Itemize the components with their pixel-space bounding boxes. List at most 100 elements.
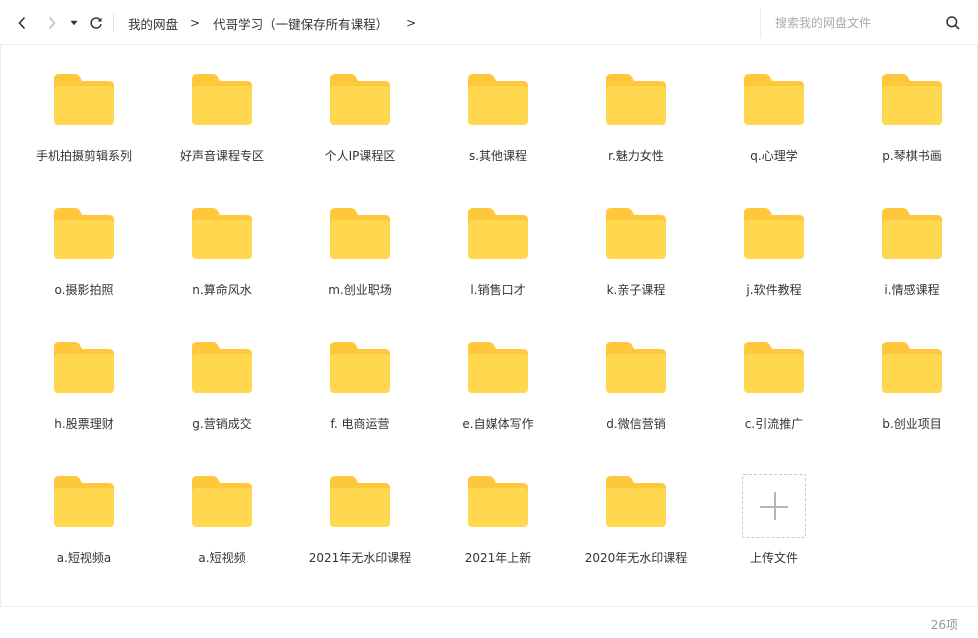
breadcrumb-expand[interactable]: > — [406, 16, 416, 30]
folder-item[interactable]: 2020年无水印课程 — [567, 448, 705, 582]
folder-item[interactable]: s.其他课程 — [429, 46, 567, 180]
folder-name: k.亲子课程 — [606, 283, 666, 297]
search-button[interactable] — [945, 15, 961, 31]
folder-name: q.心理学 — [750, 149, 798, 163]
folder-name: a.短视频a — [56, 551, 112, 565]
folder-name: g.营销成交 — [192, 417, 252, 431]
folder-name: a.短视频 — [198, 551, 246, 565]
folder-item[interactable]: 2021年上新 — [429, 448, 567, 582]
folder-name: b.创业项目 — [882, 417, 942, 431]
toolbar-divider — [113, 14, 114, 32]
caret-down-icon — [70, 20, 78, 26]
folder-item[interactable]: f. 电商运营 — [291, 314, 429, 448]
folder-name: d.微信营销 — [606, 417, 666, 431]
chevron-left-icon — [18, 16, 26, 30]
folder-name: p.琴棋书画 — [882, 149, 942, 163]
upload-label: 上传文件 — [749, 551, 798, 565]
search-input[interactable] — [775, 14, 940, 32]
folder-name: 手机拍摄剪辑系列 — [35, 149, 132, 163]
folder-name: r.魅力女性 — [608, 149, 664, 163]
folder-icon — [54, 342, 114, 393]
folder-name: n.算命风水 — [192, 283, 252, 297]
history-dropdown-button[interactable] — [66, 12, 82, 34]
breadcrumb: 我的网盘 > 代哥学习（一键保存所有课程） > — [128, 14, 429, 32]
folder-item[interactable]: j.软件教程 — [705, 180, 843, 314]
folder-name: i.情感课程 — [884, 283, 940, 297]
folder-name: 2021年无水印课程 — [308, 551, 412, 565]
folder-name: l.销售口才 — [470, 283, 526, 297]
breadcrumb-current[interactable]: 代哥学习（一键保存所有课程） — [213, 14, 388, 33]
folder-icon — [330, 476, 390, 527]
folder-icon — [882, 74, 942, 125]
folder-item[interactable]: o.摄影拍照 — [15, 180, 153, 314]
folder-name: m.创业职场 — [328, 283, 392, 297]
folder-icon — [606, 476, 666, 527]
folder-icon — [192, 476, 252, 527]
refresh-icon — [90, 17, 102, 29]
upload-dropzone[interactable] — [742, 474, 806, 538]
folder-item[interactable]: m.创业职场 — [291, 180, 429, 314]
folder-icon — [882, 208, 942, 259]
folder-item[interactable]: 2021年无水印课程 — [291, 448, 429, 582]
folder-icon — [54, 74, 114, 125]
folder-icon — [744, 342, 804, 393]
folder-item[interactable]: r.魅力女性 — [567, 46, 705, 180]
folder-item[interactable]: n.算命风水 — [153, 180, 291, 314]
folder-item[interactable]: 好声音课程专区 — [153, 46, 291, 180]
folder-name: f. 电商运营 — [330, 417, 390, 431]
folder-icon — [330, 74, 390, 125]
folder-icon — [192, 208, 252, 259]
folder-name: j.软件教程 — [746, 283, 802, 297]
forward-button[interactable] — [42, 12, 62, 34]
folder-item[interactable]: a.短视频a — [15, 448, 153, 582]
folder-icon — [744, 74, 804, 125]
refresh-button[interactable] — [86, 12, 106, 34]
search-box — [760, 8, 978, 38]
folder-icon — [468, 74, 528, 125]
folder-name: 2020年无水印课程 — [584, 551, 688, 565]
folder-icon — [468, 342, 528, 393]
folder-item[interactable]: 个人IP课程区 — [291, 46, 429, 180]
folder-item[interactable]: g.营销成交 — [153, 314, 291, 448]
folder-item[interactable]: d.微信营销 — [567, 314, 705, 448]
folder-item[interactable]: p.琴棋书画 — [843, 46, 978, 180]
folder-icon — [54, 208, 114, 259]
folder-name: s.其他课程 — [468, 149, 528, 163]
folder-item[interactable]: b.创业项目 — [843, 314, 978, 448]
folder-item[interactable]: i.情感课程 — [843, 180, 978, 314]
folder-name: h.股票理财 — [54, 417, 114, 431]
folder-name: c.引流推广 — [744, 417, 804, 431]
folder-name: 好声音课程专区 — [179, 149, 264, 163]
item-count: 26项 — [930, 618, 958, 632]
folder-name: 个人IP课程区 — [324, 149, 396, 163]
folder-item[interactable]: k.亲子课程 — [567, 180, 705, 314]
folder-icon — [882, 342, 942, 393]
toolbar: 我的网盘 > 代哥学习（一键保存所有课程） > — [0, 0, 978, 45]
breadcrumb-separator: > — [190, 16, 201, 30]
folder-icon — [606, 342, 666, 393]
folder-item[interactable]: l.销售口才 — [429, 180, 567, 314]
folder-icon — [744, 208, 804, 259]
folder-item[interactable]: c.引流推广 — [705, 314, 843, 448]
folder-icon — [606, 208, 666, 259]
back-button[interactable] — [12, 12, 32, 34]
folder-item[interactable]: 手机拍摄剪辑系列 — [15, 46, 153, 180]
file-grid: 手机拍摄剪辑系列 好声音课程专区 个人IP课程区 s.其他课程 r.魅力女性 q.心理学 p… — [0, 46, 978, 606]
folder-icon — [468, 476, 528, 527]
chevron-right-icon — [48, 16, 56, 30]
folder-item[interactable]: h.股票理财 — [15, 314, 153, 448]
folder-icon — [606, 74, 666, 125]
status-bar: 26项 — [0, 606, 978, 638]
folder-icon — [468, 208, 528, 259]
search-icon — [946, 16, 960, 30]
folder-item[interactable]: e.自媒体写作 — [429, 314, 567, 448]
folder-item[interactable]: a.短视频 — [153, 448, 291, 582]
folder-icon — [330, 208, 390, 259]
breadcrumb-root[interactable]: 我的网盘 — [128, 14, 178, 33]
folder-icon — [192, 74, 252, 125]
folder-name: o.摄影拍照 — [54, 283, 114, 297]
folder-name: e.自媒体写作 — [462, 417, 534, 431]
upload-file-button[interactable]: 上传文件 — [705, 448, 843, 582]
folder-icon — [192, 342, 252, 393]
folder-item[interactable]: q.心理学 — [705, 46, 843, 180]
